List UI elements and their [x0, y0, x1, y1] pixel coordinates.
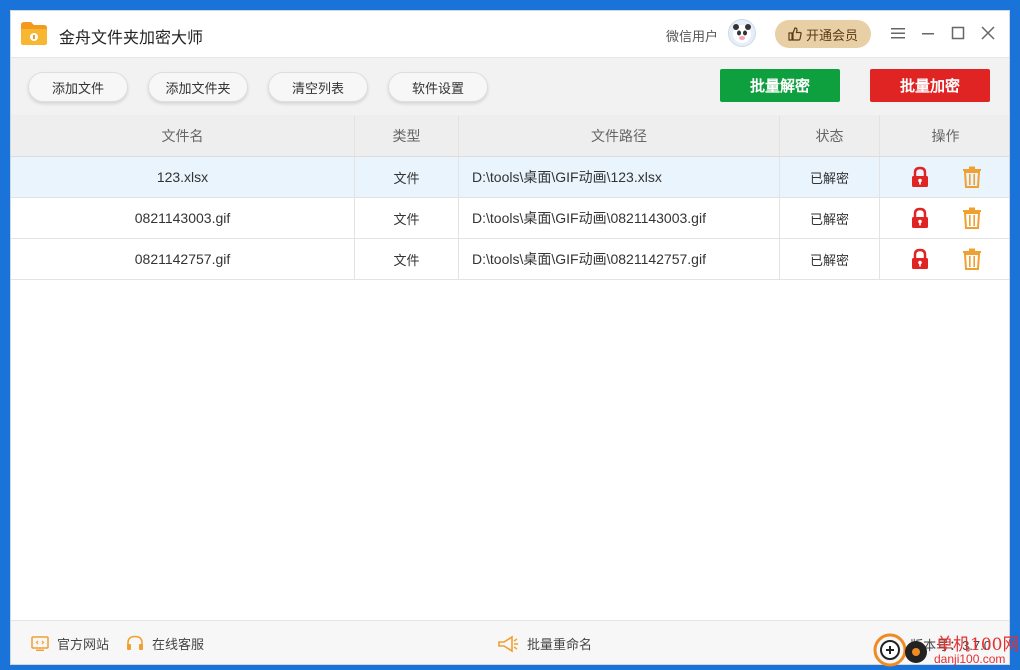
- lock-icon[interactable]: [910, 166, 930, 188]
- watermark-domain: danji100.com: [934, 652, 1006, 666]
- minimize-icon[interactable]: [919, 24, 937, 42]
- header-status[interactable]: 状态: [780, 115, 880, 156]
- file-status: 已解密: [780, 198, 880, 238]
- headset-icon: [127, 635, 143, 650]
- website-label: 官方网站: [57, 637, 110, 652]
- clear-list-button[interactable]: 清空列表: [268, 72, 368, 102]
- row-actions: [880, 198, 1009, 238]
- vip-button[interactable]: 开通会员: [775, 20, 871, 48]
- batch-rename-link[interactable]: 批量重命名: [497, 634, 592, 653]
- file-status: 已解密: [780, 239, 880, 279]
- file-name: 123.xlsx: [11, 157, 355, 197]
- table-header: 文件名 类型 文件路径 状态 操作: [11, 115, 1009, 157]
- settings-button[interactable]: 软件设置: [388, 72, 488, 102]
- trash-icon[interactable]: [962, 166, 982, 188]
- lock-icon[interactable]: [910, 248, 930, 270]
- menu-icon[interactable]: [889, 24, 907, 42]
- file-name: 0821143003.gif: [11, 198, 355, 238]
- watermark: 单机100网 danji100.com: [870, 630, 1020, 670]
- file-type: 文件: [355, 157, 459, 197]
- file-path: D:\tools\桌面\GIF动画\123.xlsx: [459, 157, 780, 197]
- trash-icon[interactable]: [962, 207, 982, 229]
- status-bar: 官方网站 在线客服 批量重命名 版本号：3.7.0: [11, 620, 1009, 664]
- app-window: 金舟文件夹加密大师 微信用户 开通会员 添加文件 添加文件夹 清空列表 软件设置…: [10, 10, 1010, 665]
- panda-avatar-icon: [733, 24, 751, 43]
- add-folder-button[interactable]: 添加文件夹: [148, 72, 248, 102]
- table-row[interactable]: 123.xlsx 文件 D:\tools\桌面\GIF动画\123.xlsx 已…: [11, 157, 1009, 198]
- header-filename[interactable]: 文件名: [11, 115, 355, 156]
- header-path[interactable]: 文件路径: [459, 115, 780, 156]
- header-type[interactable]: 类型: [355, 115, 459, 156]
- vip-label: 开通会员: [805, 27, 858, 43]
- batch-encrypt-button[interactable]: 批量加密: [870, 69, 990, 102]
- app-title: 金舟文件夹加密大师: [59, 30, 204, 47]
- header-actions: 操作: [931, 127, 960, 144]
- table-row[interactable]: 0821142757.gif 文件 D:\tools\桌面\GIF动画\0821…: [11, 239, 1009, 280]
- avatar[interactable]: [728, 19, 756, 47]
- row-actions: [880, 239, 1009, 279]
- file-type: 文件: [355, 198, 459, 238]
- website-link[interactable]: 官方网站: [31, 634, 109, 653]
- support-label: 在线客服: [152, 637, 205, 652]
- file-name: 0821142757.gif: [11, 239, 355, 279]
- batch-rename-label: 批量重命名: [527, 637, 593, 652]
- file-table: 文件名 类型 文件路径 状态 操作 123.xlsx 文件 D:\tools\桌…: [11, 115, 1009, 280]
- app-logo-icon: [21, 22, 47, 45]
- add-file-button[interactable]: 添加文件: [28, 72, 128, 102]
- lock-icon[interactable]: [910, 207, 930, 229]
- title-bar: 金舟文件夹加密大师 微信用户 开通会员: [11, 11, 1009, 57]
- file-path: D:\tools\桌面\GIF动画\0821142757.gif: [459, 239, 780, 279]
- thumb-up-icon: [788, 27, 802, 41]
- toolbar: 添加文件 添加文件夹 清空列表 软件设置 批量解密 批量加密: [11, 57, 1009, 116]
- watermark-logo-icon: [873, 633, 927, 667]
- row-actions: [880, 157, 1009, 197]
- file-type: 文件: [355, 239, 459, 279]
- monitor-icon: [31, 635, 49, 651]
- trash-icon[interactable]: [962, 248, 982, 270]
- table-row[interactable]: 0821143003.gif 文件 D:\tools\桌面\GIF动画\0821…: [11, 198, 1009, 239]
- support-link[interactable]: 在线客服: [126, 634, 204, 653]
- file-path: D:\tools\桌面\GIF动画\0821143003.gif: [459, 198, 780, 238]
- close-icon[interactable]: [979, 24, 997, 42]
- megaphone-icon: [498, 635, 518, 652]
- user-name[interactable]: 微信用户: [666, 26, 718, 45]
- file-status: 已解密: [780, 157, 880, 197]
- batch-decrypt-button[interactable]: 批量解密: [720, 69, 840, 102]
- maximize-icon[interactable]: [949, 24, 967, 42]
